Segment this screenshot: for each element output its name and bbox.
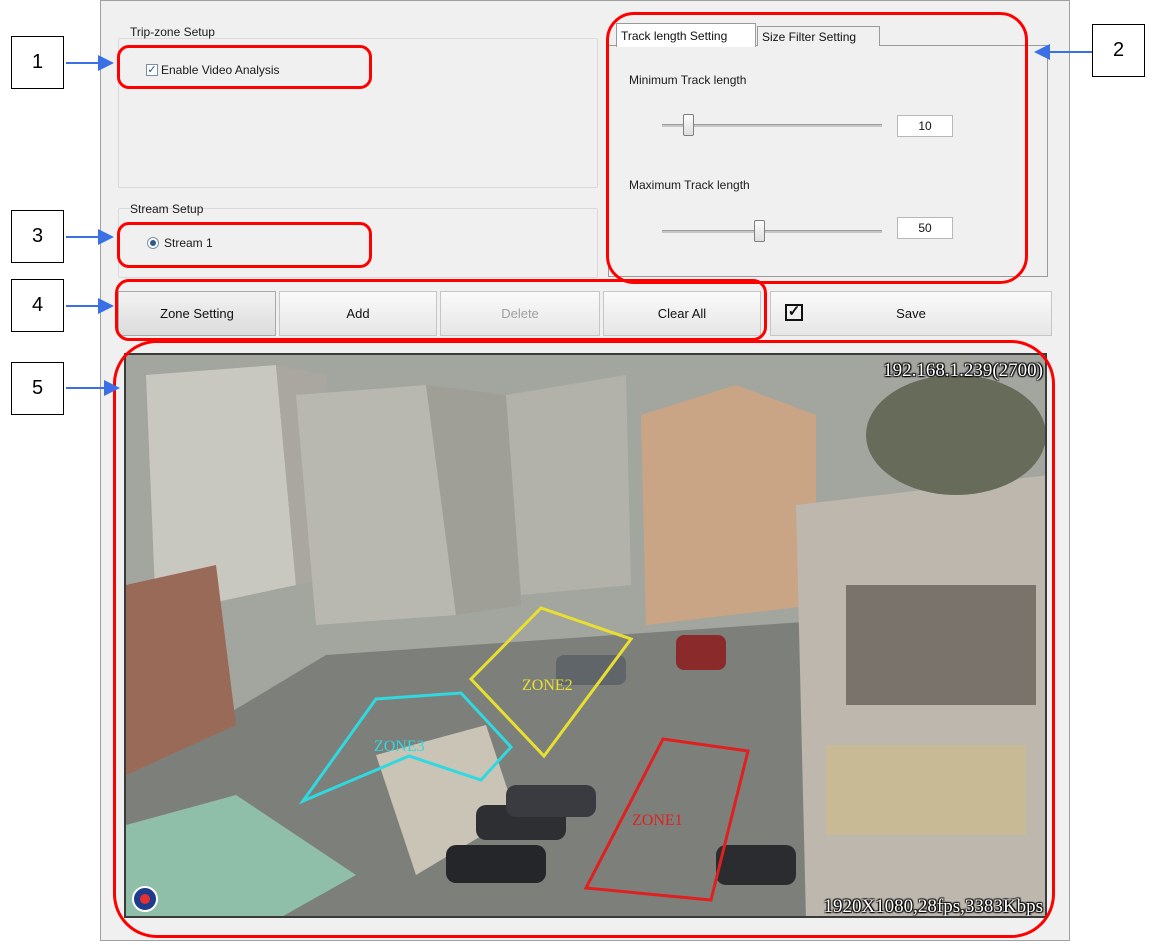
callout-arrows: [66, 44, 1092, 396]
